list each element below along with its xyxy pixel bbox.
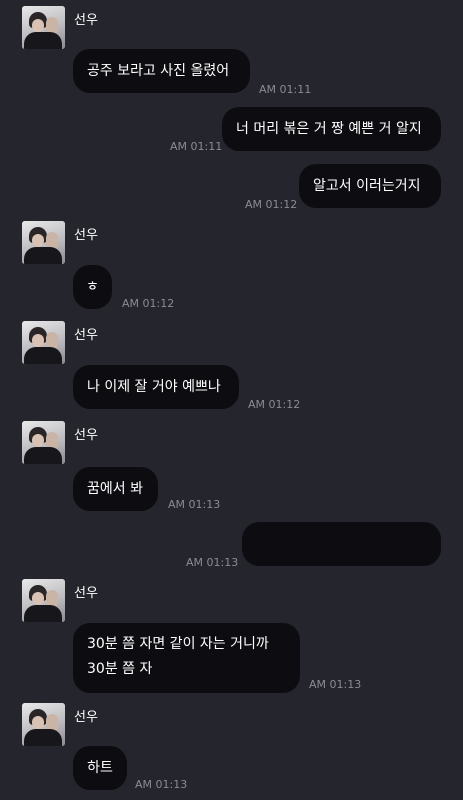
message-bubble-received[interactable]: 나 이제 잘 거야 예쁘나	[73, 365, 239, 409]
sender-avatar[interactable]	[22, 703, 65, 746]
sender-avatar[interactable]	[22, 579, 65, 622]
message-time: AM 01:13	[135, 778, 188, 791]
message-bubble-sent[interactable]: 알고서 이러는거지	[299, 164, 441, 208]
message-time: AM 01:11	[259, 83, 312, 96]
sender-name: 선우	[74, 228, 98, 243]
message-bubble-received[interactable]: 꿈에서 봐	[73, 467, 158, 511]
message-time: AM 01:13	[309, 678, 362, 691]
sender-avatar[interactable]	[22, 221, 65, 264]
message-time: AM 01:13	[186, 556, 239, 569]
sender-name: 선우	[74, 13, 98, 28]
message-bubble-received[interactable]: 하트	[73, 746, 127, 790]
sender-name: 선우	[74, 586, 98, 601]
message-time: AM 01:12	[122, 297, 175, 310]
message-time: AM 01:11	[170, 140, 223, 153]
sender-name: 선우	[74, 428, 98, 443]
message-time: AM 01:13	[168, 498, 221, 511]
sender-name: 선우	[74, 328, 98, 343]
message-bubble-received[interactable]: 공주 보라고 사진 올렸어	[73, 49, 250, 93]
message-bubble-received[interactable]: ㅎ	[73, 265, 112, 309]
message-bubble-sent-blurred[interactable]	[242, 522, 441, 566]
sender-name: 선우	[74, 710, 98, 725]
message-time: AM 01:12	[248, 398, 301, 411]
message-bubble-received[interactable]: 30분 쯤 자면 같이 자는 거니까 30분 쯤 자	[73, 623, 300, 693]
message-bubble-sent[interactable]: 너 머리 볶은 거 짱 예쁜 거 알지	[222, 107, 441, 151]
sender-avatar[interactable]	[22, 6, 65, 49]
message-time: AM 01:12	[245, 198, 298, 211]
sender-avatar[interactable]	[22, 321, 65, 364]
sender-avatar[interactable]	[22, 421, 65, 464]
